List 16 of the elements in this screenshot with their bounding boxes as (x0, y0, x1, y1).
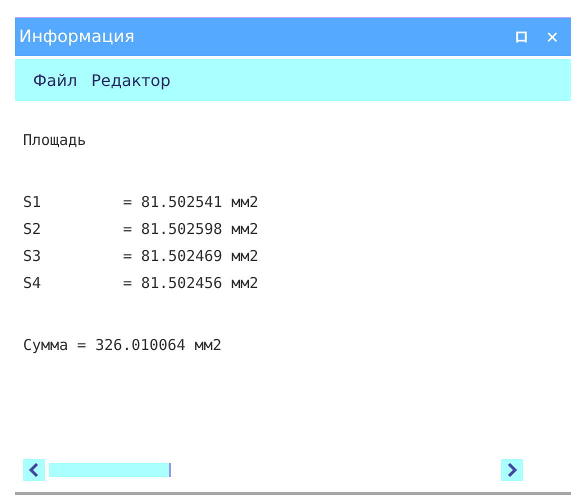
area-value: = 81.502541 мм2 (123, 193, 258, 211)
scroll-left-button[interactable] (23, 459, 45, 481)
area-label: S3 (23, 246, 42, 267)
area-label: S2 (23, 219, 42, 240)
menu-item[interactable]: Редактор (91, 70, 170, 90)
area-label: S4 (23, 273, 42, 294)
window-title: Информация (19, 27, 136, 47)
heading-text: Площадь (23, 131, 86, 149)
area-value: = 81.502469 мм2 (123, 247, 258, 265)
scroll-thumb[interactable] (49, 463, 171, 477)
scroll-right-button[interactable] (501, 459, 523, 481)
total-text: Сумма = 326.010064 мм2 (23, 336, 222, 354)
area-value: = 81.502598 мм2 (123, 220, 258, 238)
area-label: S1 (23, 192, 42, 213)
menu-item[interactable]: Файл (33, 70, 78, 90)
area-value: = 81.502456 мм2 (123, 274, 258, 292)
